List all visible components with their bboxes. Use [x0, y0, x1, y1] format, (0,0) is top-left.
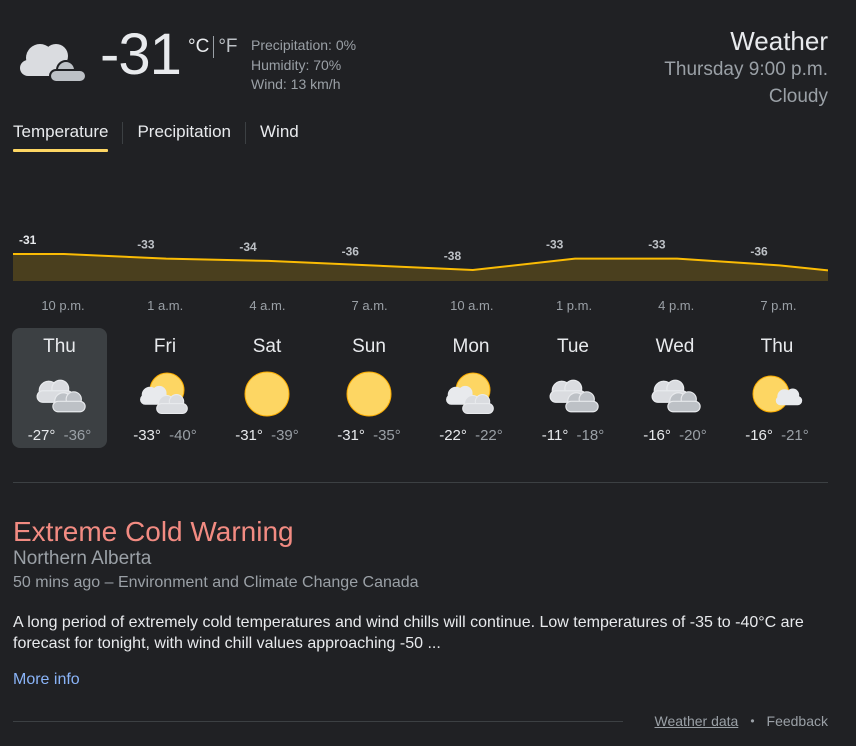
forecast-day-name: Tue [556, 336, 590, 357]
chart-time-label: 7 a.m. [352, 298, 388, 313]
unit-celsius[interactable]: °C [188, 36, 209, 58]
tab-precipitation[interactable]: Precipitation [137, 122, 231, 152]
hourly-temperature-chart: -31 -33 -34 -36 -38 -33 -33 -36 10 p.m. 1 a.m. 4 a… [13, 233, 828, 313]
chart-time-label: 10 p.m. [41, 298, 84, 313]
forecast-day-thu[interactable]: Thu -16° -21° [726, 328, 828, 448]
forecast-low: -39° [271, 427, 299, 444]
chart-value-label: -36 [342, 244, 360, 258]
forecast-high: -31° [337, 427, 365, 444]
weather-condition: Cloudy [768, 86, 828, 107]
forecast-day-name: Fri [153, 336, 177, 357]
unit-fahrenheit[interactable]: °F [218, 36, 237, 58]
forecast-high: -33° [133, 427, 161, 444]
forecast-day-sat[interactable]: Sat -31° -39° [216, 328, 318, 448]
footer-divider [13, 721, 623, 722]
precipitation-text: Precipitation: 0% [251, 37, 357, 53]
forecast-temps: -27° -36° [12, 427, 107, 444]
section-divider [13, 482, 828, 483]
weather-title: Weather [730, 26, 828, 56]
chart-value-label: -33 [648, 238, 666, 252]
weather-datetime: Thursday 9:00 p.m. [664, 59, 828, 80]
forecast-temps: -31° -39° [216, 427, 318, 444]
partly-cloudy-icon [443, 371, 499, 417]
alert-region: Northern Alberta [13, 548, 152, 569]
forecast-day-name: Thu [760, 336, 794, 357]
tab-divider [122, 122, 124, 144]
forecast-day-tue[interactable]: Tue -11° -18° [522, 328, 624, 448]
forecast-temps: -22° -22° [420, 427, 522, 444]
forecast-day-mon[interactable]: Mon -22° -22° [420, 328, 522, 448]
current-details: Precipitation: 0% Humidity: 70% Wind: 13… [251, 36, 356, 95]
forecast-day-name: Sun [352, 336, 386, 357]
forecast-high: -22° [439, 427, 467, 444]
forecast-temps: -16° -21° [726, 427, 828, 444]
forecast-low: -21° [781, 427, 809, 444]
forecast-day-name: Mon [452, 336, 490, 357]
partly-cloudy-icon [137, 371, 193, 417]
wind-text: Wind: 13 km/h [251, 76, 341, 92]
chart-value-label: -33 [546, 238, 564, 252]
forecast-high: -31° [235, 427, 263, 444]
forecast-day-name: Sat [252, 336, 282, 357]
tab-wind[interactable]: Wind [260, 122, 299, 152]
cloudy-icon [545, 371, 601, 417]
chart-value-label: -38 [444, 249, 462, 263]
mostly-sunny-icon [749, 371, 805, 417]
unit-switcher: °C °F [188, 36, 238, 58]
weather-header: Weather Thursday 9:00 p.m. Cloudy [664, 26, 828, 110]
chart-value-label: -34 [239, 240, 257, 254]
sunny-icon [341, 371, 397, 417]
forecast-day-thu[interactable]: Thu -27° -36° [12, 328, 107, 448]
forecast-low: -36° [63, 427, 92, 444]
chart-value-label: -33 [137, 238, 155, 252]
chart-value-label: -36 [750, 244, 768, 258]
forecast-day-sun[interactable]: Sun -31° -35° [318, 328, 420, 448]
unit-divider [213, 36, 215, 58]
chart-time-label: 4 p.m. [658, 298, 694, 313]
forecast-day-name: Wed [655, 336, 695, 357]
tab-temperature[interactable]: Temperature [13, 122, 109, 152]
forecast-temps: -33° -40° [114, 427, 216, 444]
forecast-temps: -31° -35° [318, 427, 420, 444]
humidity-text: Humidity: 70% [251, 56, 342, 73]
more-info-link[interactable]: More info [13, 671, 80, 689]
footer: Weather data • Feedback [655, 713, 828, 729]
current-weather-cloudy-icon [14, 30, 87, 90]
sunny-icon [239, 371, 295, 417]
forecast-low: -18° [576, 427, 605, 444]
chart-time-label: 7 p.m. [760, 298, 796, 313]
daily-forecast: Thu -27° -36° Fri -33° -40° Sat -31° -39… [12, 328, 828, 448]
forecast-low: -35° [373, 427, 401, 444]
footer-separator: • [750, 714, 755, 728]
forecast-high: -27° [27, 427, 56, 444]
alert-source: 50 mins ago – Environment and Climate Ch… [13, 574, 419, 591]
forecast-low: -20° [679, 427, 707, 444]
cloudy-icon [32, 371, 88, 417]
cloudy-icon [647, 371, 703, 417]
chart-time-label: 1 p.m. [556, 298, 592, 313]
current-temperature: -31 [100, 22, 182, 87]
forecast-temps: -11° -18° [522, 427, 624, 444]
forecast-high: -11° [541, 427, 569, 444]
forecast-day-wed[interactable]: Wed -16° -20° [624, 328, 726, 448]
forecast-day-name: Thu [43, 336, 76, 357]
alert-description: A long period of extremely cold temperat… [13, 614, 804, 652]
chart-time-label: 1 a.m. [147, 298, 183, 313]
forecast-temps: -16° -20° [624, 427, 726, 444]
forecast-low: -40° [169, 427, 197, 444]
forecast-high: -16° [643, 427, 671, 444]
forecast-low: -22° [475, 427, 503, 444]
metric-tabs: Temperature Precipitation Wind [13, 122, 299, 158]
forecast-high: -16° [745, 427, 773, 444]
feedback-link[interactable]: Feedback [767, 713, 828, 729]
weather-data-link[interactable]: Weather data [655, 713, 739, 729]
forecast-day-fri[interactable]: Fri -33° -40° [114, 328, 216, 448]
chart-time-label: 4 a.m. [249, 298, 285, 313]
tab-divider [245, 122, 246, 144]
chart-time-label: 10 a.m. [450, 298, 493, 313]
alert-title: Extreme Cold Warning [13, 516, 294, 547]
chart-value-label: -31 [19, 233, 37, 247]
